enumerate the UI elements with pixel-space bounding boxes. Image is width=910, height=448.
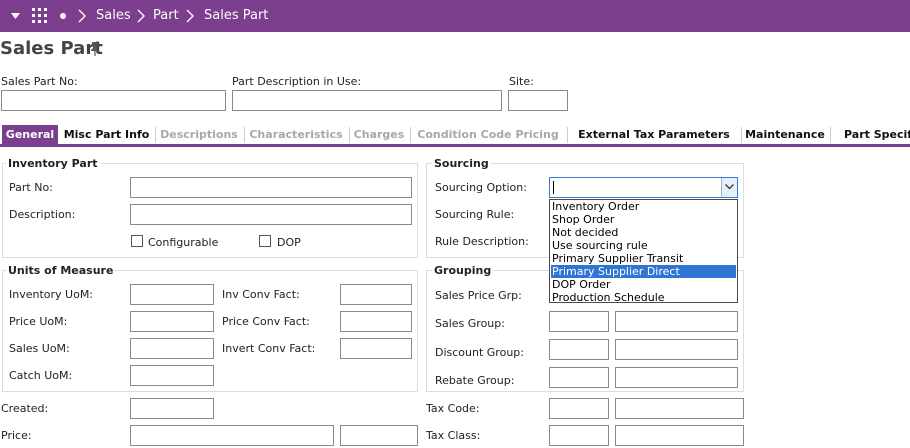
invert-conv-fact-label: Invert Conv Fact: bbox=[222, 342, 316, 355]
option-primary-supplier-transit[interactable]: Primary Supplier Transit bbox=[551, 252, 736, 265]
chevron-right-icon bbox=[78, 9, 86, 23]
invert-conv-fact-input[interactable] bbox=[340, 338, 412, 359]
description-input[interactable] bbox=[130, 204, 412, 225]
sourcing-rule-label: Sourcing Rule: bbox=[435, 208, 515, 221]
price-label: Price: bbox=[1, 429, 32, 442]
dropdown-button[interactable] bbox=[721, 178, 737, 197]
sales-part-no-label: Sales Part No: bbox=[1, 75, 78, 88]
page-title: Sales Part bbox=[0, 38, 103, 59]
top-nav-bar: Sales Part Sales Part bbox=[0, 0, 910, 32]
chevron-right-icon bbox=[137, 9, 145, 23]
site-input[interactable] bbox=[508, 90, 568, 111]
tab-misc-part-info[interactable]: Misc Part Info bbox=[62, 125, 151, 144]
discount-group-input[interactable] bbox=[549, 339, 609, 360]
option-shop-order[interactable]: Shop Order bbox=[551, 213, 736, 226]
caret-down-icon[interactable] bbox=[11, 13, 20, 19]
home-dot-icon[interactable] bbox=[60, 13, 66, 19]
tab-separator bbox=[830, 127, 831, 143]
tab-separator bbox=[155, 127, 156, 143]
tab-maintenance[interactable]: Maintenance bbox=[744, 125, 826, 144]
rule-description-label: Rule Description: bbox=[435, 235, 529, 248]
price-conv-fact-label: Price Conv Fact: bbox=[222, 315, 310, 328]
dop-label: DOP bbox=[277, 236, 301, 249]
tab-part-specif[interactable]: Part Specif bbox=[844, 125, 910, 144]
sales-uom-input[interactable] bbox=[130, 338, 214, 359]
catch-uom-input[interactable] bbox=[130, 365, 214, 386]
part-description-label: Part Description in Use: bbox=[232, 75, 362, 88]
inv-conv-fact-input[interactable] bbox=[340, 284, 412, 305]
inventory-uom-label: Inventory UoM: bbox=[9, 288, 94, 301]
tab-bar: General Misc Part Info Descriptions Char… bbox=[0, 125, 910, 147]
rebate-group-description[interactable] bbox=[615, 367, 738, 388]
sales-group-description[interactable] bbox=[615, 311, 738, 332]
rebate-group-label: Rebate Group: bbox=[435, 374, 515, 387]
option-production-schedule[interactable]: Production Schedule bbox=[551, 291, 736, 304]
inv-conv-fact-label: Inv Conv Fact: bbox=[222, 288, 300, 301]
dop-checkbox[interactable] bbox=[259, 235, 271, 247]
sourcing-option-select[interactable] bbox=[549, 177, 738, 198]
part-description-input[interactable] bbox=[232, 90, 502, 111]
tab-general[interactable]: General bbox=[2, 125, 58, 144]
breadcrumb-sales-part[interactable]: Sales Part bbox=[204, 0, 268, 32]
discount-group-description[interactable] bbox=[615, 339, 738, 360]
created-input[interactable] bbox=[130, 398, 214, 419]
option-inventory-order[interactable]: Inventory Order bbox=[551, 200, 736, 213]
price-uom-label: Price UoM: bbox=[9, 315, 68, 328]
tax-class-label: Tax Class: bbox=[426, 429, 481, 442]
sourcing-option-label: Sourcing Option: bbox=[435, 181, 527, 194]
tab-descriptions[interactable]: Descriptions bbox=[158, 125, 240, 144]
tab-external-tax-parameters[interactable]: External Tax Parameters bbox=[572, 125, 736, 144]
chevron-right-icon bbox=[186, 9, 194, 23]
catch-uom-label: Catch UoM: bbox=[9, 369, 73, 382]
tax-code-label: Tax Code: bbox=[426, 402, 480, 415]
tab-separator bbox=[410, 127, 411, 143]
sales-price-grp-label: Sales Price Grp: bbox=[435, 289, 522, 302]
sales-part-no-input[interactable] bbox=[1, 90, 226, 111]
inventory-part-title: Inventory Part bbox=[6, 157, 100, 170]
tab-condition-code-pricing[interactable]: Condition Code Pricing bbox=[413, 125, 563, 144]
sales-group-label: Sales Group: bbox=[435, 317, 505, 330]
tab-characteristics[interactable]: Characteristics bbox=[247, 125, 345, 144]
created-label: Created: bbox=[1, 402, 49, 415]
tax-code-input[interactable] bbox=[549, 398, 609, 419]
sales-group-input[interactable] bbox=[549, 311, 609, 332]
units-of-measure-title: Units of Measure bbox=[6, 264, 116, 277]
inventory-uom-input[interactable] bbox=[130, 284, 214, 305]
configurable-checkbox[interactable] bbox=[131, 235, 143, 247]
tax-class-description[interactable] bbox=[615, 425, 744, 446]
price-conv-fact-input[interactable] bbox=[340, 311, 412, 332]
option-dop-order[interactable]: DOP Order bbox=[551, 278, 736, 291]
discount-group-label: Discount Group: bbox=[435, 346, 524, 359]
part-no-label: Part No: bbox=[9, 181, 53, 194]
sourcing-option-dropdown: Inventory Order Shop Order Not decided U… bbox=[549, 199, 738, 304]
sales-uom-label: Sales UoM: bbox=[9, 342, 70, 355]
tab-charges[interactable]: Charges bbox=[352, 125, 406, 144]
site-label: Site: bbox=[509, 75, 534, 88]
option-not-decided[interactable]: Not decided bbox=[551, 226, 736, 239]
tab-separator bbox=[741, 127, 742, 143]
rebate-group-input[interactable] bbox=[549, 367, 609, 388]
tax-code-description[interactable] bbox=[615, 398, 744, 419]
text-cursor bbox=[553, 181, 554, 194]
chevron-down-icon bbox=[725, 184, 734, 190]
price-currency-input[interactable] bbox=[340, 425, 418, 446]
price-uom-input[interactable] bbox=[130, 311, 214, 332]
description-label: Description: bbox=[9, 208, 76, 221]
option-use-sourcing-rule[interactable]: Use sourcing rule bbox=[551, 239, 736, 252]
grouping-title: Grouping bbox=[432, 264, 494, 277]
option-primary-supplier-direct[interactable]: Primary Supplier Direct bbox=[551, 265, 736, 278]
tab-separator bbox=[567, 127, 568, 143]
price-input[interactable] bbox=[130, 425, 334, 446]
tab-separator bbox=[349, 127, 350, 143]
breadcrumb-part[interactable]: Part bbox=[153, 0, 179, 32]
pin-icon[interactable] bbox=[90, 42, 100, 56]
tax-class-input[interactable] bbox=[549, 425, 609, 446]
configurable-label: Configurable bbox=[148, 236, 219, 249]
part-no-input[interactable] bbox=[130, 177, 412, 198]
breadcrumb-sales[interactable]: Sales bbox=[96, 0, 131, 32]
app-grid-icon[interactable] bbox=[32, 8, 47, 23]
sourcing-title: Sourcing bbox=[432, 157, 491, 170]
tab-separator bbox=[244, 127, 245, 143]
